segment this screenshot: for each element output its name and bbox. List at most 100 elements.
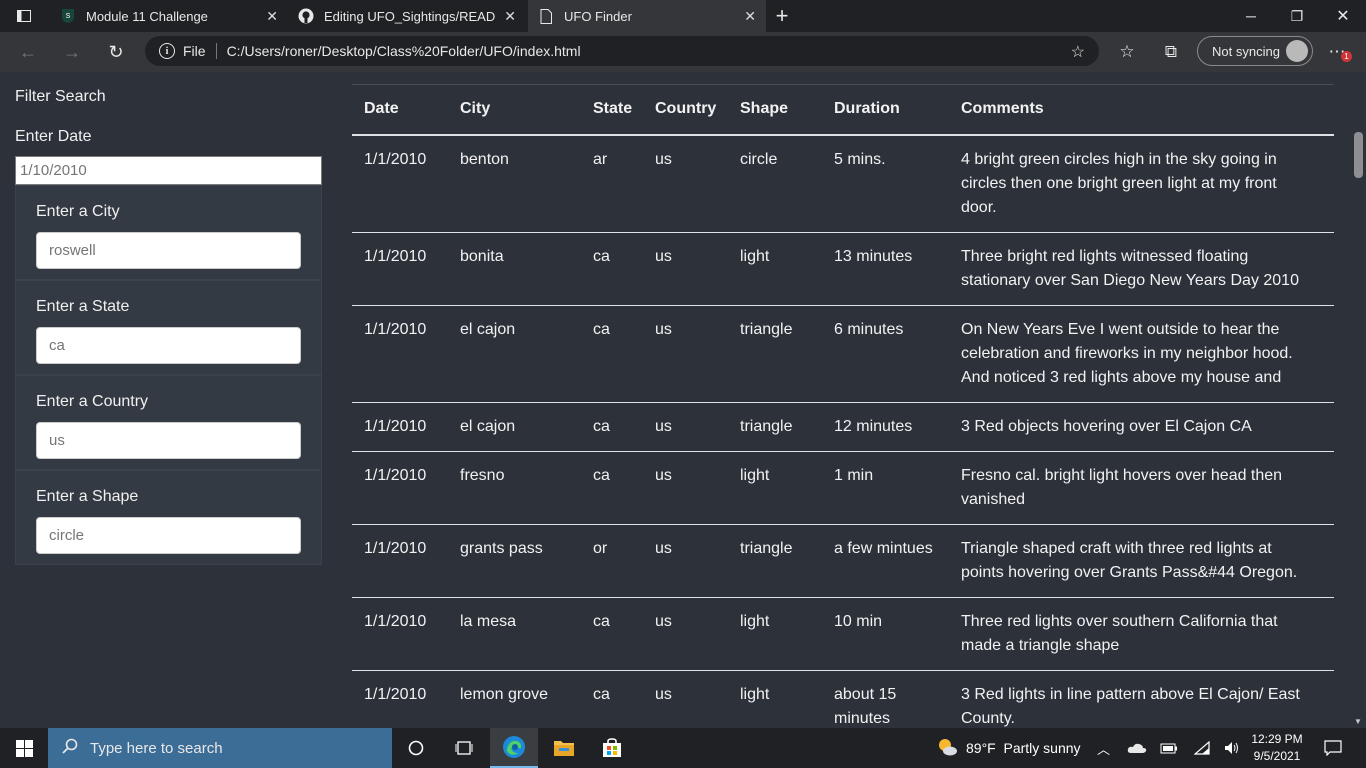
cell-country: us xyxy=(643,451,728,525)
country-label: Enter a Country xyxy=(36,393,149,410)
task-view-icon[interactable] xyxy=(440,728,488,768)
cell-city: el cajon xyxy=(448,305,581,403)
cell-comments: Triangle shaped craft with three red lig… xyxy=(949,524,1334,598)
tab-github-readme[interactable]: Editing UFO_Sightings/README.md ✕ xyxy=(288,0,526,32)
close-tab-icon[interactable]: ✕ xyxy=(744,8,756,25)
volume-icon[interactable] xyxy=(1224,728,1240,768)
address-bar[interactable]: i File C:/Users/roner/Desktop/Class%20Fo… xyxy=(145,36,1099,66)
new-tab-icon[interactable]: + xyxy=(764,0,800,32)
show-hidden-icons[interactable]: ︿ xyxy=(1097,728,1110,768)
cell-date: 1/1/2010 xyxy=(352,134,448,233)
restore-icon[interactable]: ❐ xyxy=(1274,0,1320,32)
table-row: 1/1/2010 fresno ca us light 1 min Fresno… xyxy=(352,451,1334,525)
github-icon xyxy=(298,8,314,24)
store-icon[interactable] xyxy=(588,728,636,768)
page-scrollbar[interactable]: ▼ xyxy=(1350,72,1366,728)
edge-taskbar-icon[interactable] xyxy=(490,728,538,768)
taskbar-search-box[interactable]: Type here to search xyxy=(48,728,392,768)
info-icon[interactable]: i xyxy=(159,43,175,59)
add-favorite-icon[interactable]: ☆ xyxy=(1071,42,1085,62)
column-header-date: Date xyxy=(352,84,448,136)
cell-date: 1/1/2010 xyxy=(352,305,448,403)
table-row: 1/1/2010 lemon grove ca us light about 1… xyxy=(352,670,1334,728)
cell-comments: On New Years Eve I went outside to hear … xyxy=(949,305,1334,403)
cortana-icon[interactable] xyxy=(392,728,440,768)
cell-country: us xyxy=(643,670,728,728)
tab-title: Module 11 Challenge xyxy=(86,8,208,24)
state-filter: Enter a State xyxy=(15,280,322,375)
table-row: 1/1/2010 la mesa ca us light 10 min Thre… xyxy=(352,597,1334,671)
clock-date: 9/5/2021 xyxy=(1253,749,1301,763)
close-tab-icon[interactable]: ✕ xyxy=(504,8,516,25)
close-window-icon[interactable]: ✕ xyxy=(1320,0,1366,32)
country-input[interactable] xyxy=(36,422,301,459)
onedrive-icon[interactable] xyxy=(1127,728,1147,768)
svg-text:S: S xyxy=(66,13,71,20)
cell-date: 1/1/2010 xyxy=(352,451,448,525)
minimize-icon[interactable]: ─ xyxy=(1228,0,1274,32)
refresh-icon[interactable]: ↻ xyxy=(104,40,128,64)
cell-city: grants pass xyxy=(448,524,581,598)
column-header-shape: Shape xyxy=(728,84,822,136)
collections-icon[interactable]: ⧉ xyxy=(1159,40,1183,64)
cell-country: us xyxy=(643,232,728,306)
city-input[interactable] xyxy=(36,232,301,269)
cell-duration: a few mintues xyxy=(822,524,949,598)
shape-input[interactable] xyxy=(36,517,301,554)
battery-icon[interactable] xyxy=(1160,728,1178,768)
scroll-down-icon[interactable]: ▼ xyxy=(1354,717,1362,726)
tab-ufo-finder[interactable]: UFO Finder ✕ xyxy=(528,0,766,32)
document-icon xyxy=(538,8,554,24)
shape-filter: Enter a Shape xyxy=(15,470,322,565)
weather-widget[interactable]: 89°F Partly sunny xyxy=(936,728,1081,768)
taskbar-clock[interactable]: 12:29 PM 9/5/2021 xyxy=(1245,731,1309,765)
scheme-label: File xyxy=(183,43,206,59)
wifi-icon[interactable] xyxy=(1194,728,1210,768)
cell-duration: 5 mins. xyxy=(822,134,949,233)
cell-country: us xyxy=(643,402,728,452)
cell-city: el cajon xyxy=(448,402,581,452)
sync-label: Not syncing xyxy=(1212,43,1280,59)
cell-duration: about 15 minutes xyxy=(822,670,949,728)
country-filter: Enter a Country xyxy=(15,375,322,470)
tab-module-11[interactable]: S Module 11 Challenge ✕ xyxy=(48,0,288,32)
cell-shape: triangle xyxy=(728,402,822,452)
sync-button[interactable]: Not syncing xyxy=(1197,36,1313,66)
cell-date: 1/1/2010 xyxy=(352,232,448,306)
cell-shape: triangle xyxy=(728,305,822,403)
file-explorer-icon[interactable] xyxy=(540,728,588,768)
clock-time: 12:29 PM xyxy=(1251,732,1303,746)
city-filter: Enter a City xyxy=(15,185,322,280)
cell-city: bonita xyxy=(448,232,581,306)
windows-start-icon[interactable] xyxy=(0,728,48,768)
cell-shape: circle xyxy=(728,134,822,233)
cell-state: or xyxy=(581,524,643,598)
cell-shape: light xyxy=(728,597,822,671)
table-row: 1/1/2010 el cajon ca us triangle 6 minut… xyxy=(352,305,1334,403)
cell-city: lemon grove xyxy=(448,670,581,728)
favorites-icon[interactable]: ☆ xyxy=(1115,40,1139,64)
cell-state: ca xyxy=(581,670,643,728)
city-label: Enter a City xyxy=(36,203,120,220)
cell-duration: 1 min xyxy=(822,451,949,525)
scrollbar-thumb[interactable] xyxy=(1354,132,1363,178)
cell-date: 1/1/2010 xyxy=(352,597,448,671)
cell-shape: light xyxy=(728,451,822,525)
tab-actions-icon[interactable] xyxy=(0,0,48,32)
forward-icon[interactable]: → xyxy=(60,40,84,64)
back-icon[interactable]: ← xyxy=(16,40,40,64)
notifications-icon[interactable] xyxy=(1324,728,1342,768)
cell-country: us xyxy=(643,134,728,233)
date-input[interactable] xyxy=(15,156,322,185)
table-row: 1/1/2010 el cajon ca us triangle 12 minu… xyxy=(352,402,1334,452)
state-input[interactable] xyxy=(36,327,301,364)
divider xyxy=(215,43,217,59)
cell-state: ca xyxy=(581,232,643,306)
cell-duration: 6 minutes xyxy=(822,305,949,403)
partly-sunny-icon xyxy=(936,737,958,760)
msu-logo-icon: S xyxy=(60,8,76,24)
close-tab-icon[interactable]: ✕ xyxy=(266,8,278,25)
filter-title: Filter Search xyxy=(15,88,106,105)
column-header-comments: Comments xyxy=(949,84,1334,136)
ufo-table-container: Date City State Country Shape Duration C… xyxy=(352,84,1334,728)
